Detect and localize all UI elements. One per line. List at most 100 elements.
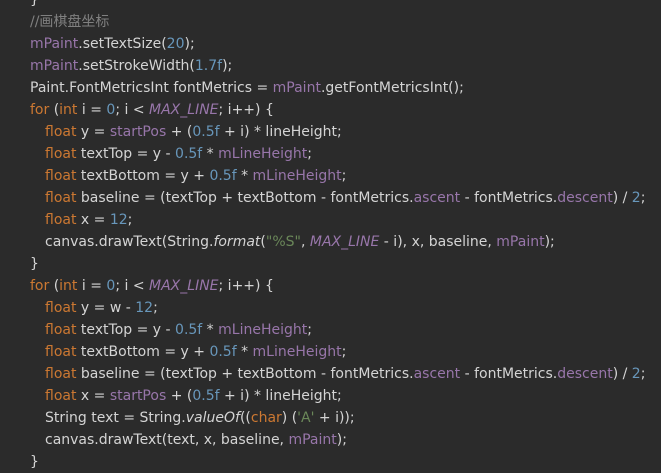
code-token: * xyxy=(236,344,253,360)
code-token: } xyxy=(30,256,39,272)
code-token: + ( xyxy=(166,124,193,140)
code-token: descent xyxy=(557,366,613,382)
code-token: - i), x, baseline, xyxy=(379,234,497,250)
code-token: .setStrokeWidth( xyxy=(78,58,195,74)
code-token: y = w - xyxy=(80,300,136,316)
code-token: , xyxy=(300,234,310,250)
code-token: - fontMetrics. xyxy=(460,366,558,382)
code-token: float xyxy=(45,124,81,140)
code-token: char xyxy=(250,410,282,426)
code-token: baseline = (textTop + textBottom - fontM… xyxy=(80,366,414,382)
code-token: mPaint xyxy=(288,432,337,448)
code-token: * xyxy=(202,146,219,162)
code-token: ascent xyxy=(413,366,461,382)
code-editor[interactable]: }//画棋盘坐标 mPaint.setTextSize(20); mPaint.se… xyxy=(0,0,661,470)
code-line[interactable]: float baseline = (textTop + textBottom -… xyxy=(0,187,661,209)
code-token: float xyxy=(45,300,81,316)
code-token: mPaint xyxy=(30,36,79,52)
code-token: float xyxy=(45,388,81,404)
code-token: 12 xyxy=(135,300,154,316)
code-token: mLineHeight xyxy=(218,146,308,162)
code-token: ); xyxy=(544,234,555,250)
code-token: MAX_LINE xyxy=(149,278,219,294)
code-line[interactable]: for (int i = 0; i < MAX_LINE; i++) { xyxy=(0,275,661,297)
code-line[interactable]: } xyxy=(0,253,661,275)
code-token: float xyxy=(45,322,81,338)
code-line[interactable]: float textTop = y - 0.5f * mLineHeight; xyxy=(0,143,661,165)
code-token: + ( xyxy=(166,388,193,404)
code-token: ) / xyxy=(612,190,632,206)
code-token: 0.5f xyxy=(192,388,220,404)
code-line[interactable]: float textTop = y - 0.5f * mLineHeight; xyxy=(0,319,661,341)
code-line[interactable]: canvas.drawText(text, x, baseline, mPain… xyxy=(0,429,661,451)
code-token: format xyxy=(213,234,261,250)
code-token: 2 xyxy=(631,190,641,206)
code-token: 0.5f xyxy=(175,322,203,338)
code-token: mPaint xyxy=(272,80,321,96)
code-token: float xyxy=(45,146,81,162)
code-token: //画棋盘坐标 xyxy=(30,14,110,30)
code-token: x = xyxy=(80,388,110,404)
code-token: ) / xyxy=(612,366,632,382)
code-line[interactable]: float textBottom = y + 0.5f * mLineHeigh… xyxy=(0,341,661,363)
code-token: ; i++) { xyxy=(218,278,274,294)
code-token: String text = String. xyxy=(45,410,186,426)
code-token: MAX_LINE xyxy=(149,102,219,118)
code-token: x = xyxy=(80,212,110,228)
code-token: float xyxy=(45,212,81,228)
code-token: Paint.FontMetricsInt fontMetrics = xyxy=(30,80,273,96)
code-token: 0.5f xyxy=(209,168,237,184)
code-line[interactable]: float x = 12; xyxy=(0,209,661,231)
code-token: descent xyxy=(557,190,613,206)
code-token: canvas.drawText(text, x, baseline, xyxy=(45,432,289,448)
code-token: (( xyxy=(239,410,251,426)
code-line[interactable]: mPaint.setStrokeWidth(1.7f); xyxy=(0,55,661,77)
code-line[interactable]: } xyxy=(0,451,661,473)
code-token: ); xyxy=(336,432,347,448)
code-token: ; i++) { xyxy=(218,102,274,118)
code-token: for xyxy=(30,102,54,118)
code-token: mPaint xyxy=(496,234,545,250)
code-token: 0 xyxy=(106,102,116,118)
code-token: float xyxy=(45,190,81,206)
code-line[interactable]: Paint.FontMetricsInt fontMetrics = mPain… xyxy=(0,77,661,99)
code-token: int xyxy=(59,102,82,118)
code-token: ; xyxy=(640,366,646,382)
code-token: ) ( xyxy=(281,410,298,426)
code-token: ; xyxy=(307,146,312,162)
code-token: mLineHeight xyxy=(252,168,342,184)
code-token: textTop = y - xyxy=(80,146,176,162)
code-token: 0.5f xyxy=(209,344,237,360)
code-token: int xyxy=(59,278,82,294)
code-line[interactable]: mPaint.setTextSize(20); xyxy=(0,33,661,55)
code-token: y = xyxy=(80,124,110,140)
code-line[interactable]: } xyxy=(0,0,661,11)
code-token: textBottom = y + xyxy=(80,344,210,360)
code-line[interactable]: for (int i = 0; i < MAX_LINE; i++) { xyxy=(0,99,661,121)
code-token: ); xyxy=(222,58,233,74)
code-token: .setTextSize( xyxy=(78,36,167,52)
code-line[interactable]: canvas.drawText(String.format("%S", MAX_… xyxy=(0,231,661,253)
code-token: ; xyxy=(307,322,312,338)
code-token: float xyxy=(45,344,81,360)
code-token: 1.7f xyxy=(194,58,223,74)
code-token: 2 xyxy=(631,366,641,382)
code-line[interactable]: float y = w - 12; xyxy=(0,297,661,319)
code-token: ascent xyxy=(413,190,461,206)
code-token: baseline = (textTop + textBottom - fontM… xyxy=(80,190,414,206)
code-token: valueOf xyxy=(185,410,240,426)
code-line[interactable]: //画棋盘坐标 xyxy=(0,11,661,33)
code-token: } xyxy=(30,0,39,8)
code-token: ; i < xyxy=(115,102,150,118)
code-token: ; xyxy=(127,212,133,228)
code-token: .getFontMetricsInt(); xyxy=(320,80,464,96)
code-token: ; xyxy=(341,344,347,360)
code-line[interactable]: float x = startPos + (0.5f + i) * lineHe… xyxy=(0,385,661,407)
code-line[interactable]: float textBottom = y + 0.5f * mLineHeigh… xyxy=(0,165,661,187)
code-token: 0.5f xyxy=(175,146,203,162)
code-line[interactable]: float baseline = (textTop + textBottom -… xyxy=(0,363,661,385)
code-line[interactable]: String text = String.valueOf((char) ('A'… xyxy=(0,407,661,429)
code-token: startPos xyxy=(109,124,167,140)
code-line[interactable]: float y = startPos + (0.5f + i) * lineHe… xyxy=(0,121,661,143)
code-token: + i)); xyxy=(314,410,355,426)
